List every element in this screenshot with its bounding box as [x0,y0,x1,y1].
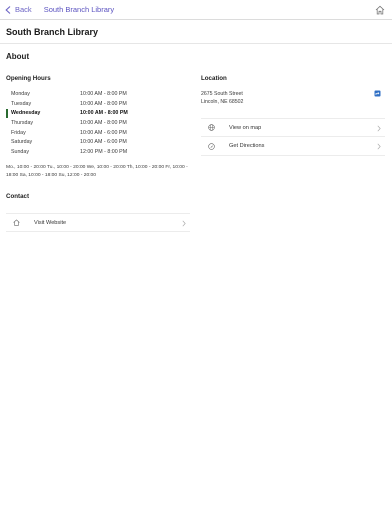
home-icon [13,219,20,226]
hours-row-sunday: Sunday 12:00 PM - 8:00 PM [6,148,136,158]
location-heading: Location [201,75,227,82]
home-button[interactable] [374,4,386,16]
hours-row-wednesday-today: Wednesday 10:00 AM - 8:00 PM [6,109,136,119]
back-label: Back [15,5,32,14]
view-on-map-label: View on map [229,124,262,131]
time-label: 12:00 PM - 8:00 PM [80,149,128,156]
page-title: South Branch Library [6,27,99,37]
contact-heading: Contact [6,193,30,200]
hours-row-saturday: Saturday 10:00 AM - 6:00 PM [6,138,136,148]
hours-row-friday: Friday 10:00 AM - 6:00 PM [6,129,136,139]
day-label: Thursday [11,120,34,127]
time-label: 10:00 AM - 8:00 PM [80,100,127,107]
time-label: 10:00 AM - 6:00 PM [80,139,127,146]
time-label: 10:00 AM - 6:00 PM [80,129,127,136]
chevron-right-icon [377,125,381,132]
day-label: Wednesday [11,110,41,117]
get-directions-label: Get Directions [229,143,265,149]
day-label: Saturday [11,139,33,146]
get-directions-row[interactable]: Get Directions [201,137,385,156]
day-label: Sunday [11,149,29,156]
hours-summary: Mo., 10:00 - 20:00 Tu., 10:00 - 20:00 We… [6,165,188,178]
hours-row-tuesday: Tuesday 10:00 AM - 8:00 PM [6,100,136,110]
day-label: Friday [11,129,26,136]
address: 2675 South Street Lincoln, NE 68502 [201,90,243,106]
directions-icon[interactable] [374,90,381,97]
visit-website-row[interactable]: Visit Website [6,213,190,232]
day-label: Tuesday [11,100,32,107]
divider [0,43,392,44]
globe-icon [208,124,215,131]
back-button[interactable]: Back [5,5,32,14]
address-line-1: 2675 South Street [201,91,243,97]
nav-title: South Branch Library [43,5,115,14]
time-label: 10:00 AM - 8:00 PM [80,110,128,117]
opening-hours-heading: Opening Hours [6,75,51,82]
home-icon [375,5,385,15]
chevron-right-icon [182,220,186,227]
address-line-2: Lincoln, NE 68502 [201,99,244,105]
day-label: Monday [11,91,30,97]
opening-hours-table: Monday 10:00 AM - 8:00 PM Tuesday 10:00 AM… [6,90,136,158]
navigation-bar: Back South Branch Library [0,0,392,20]
time-label: 10:00 AM - 8:00 PM [80,120,127,127]
time-label: 10:00 AM - 8:00 PM [80,91,127,97]
view-on-map-row[interactable]: View on map [201,118,385,137]
chevron-right-icon [377,143,381,150]
about-heading: About [6,52,30,61]
visit-website-label: Visit Website [34,219,67,226]
hours-row-thursday: Thursday 10:00 AM - 8:00 PM [6,119,136,129]
chevron-left-icon [5,5,11,14]
navigation-icon [208,142,215,150]
hours-row-monday: Monday 10:00 AM - 8:00 PM [6,90,136,100]
